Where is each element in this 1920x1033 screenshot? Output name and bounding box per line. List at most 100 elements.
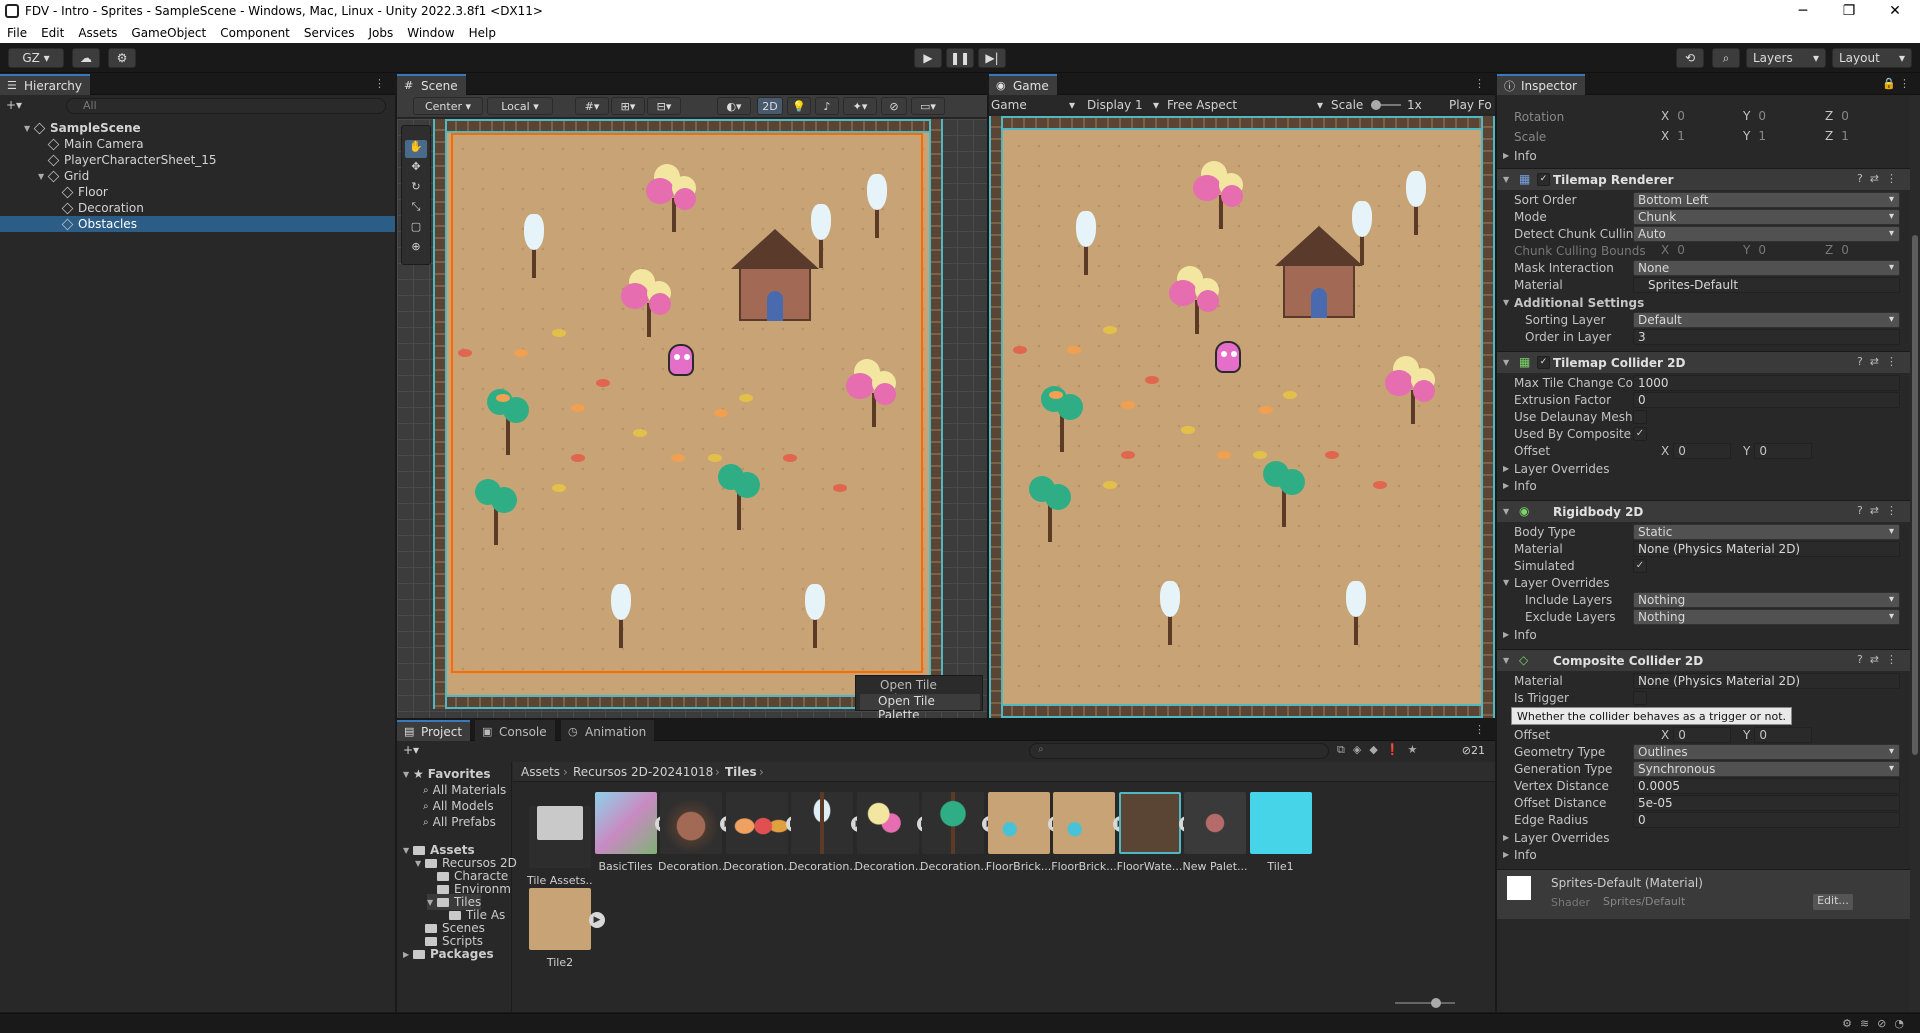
collider-info-foldout[interactable]: ▶ Info (1497, 478, 1910, 494)
used-by-composite-checkbox[interactable]: ✓ (1633, 427, 1647, 441)
project-menu-icon[interactable]: ⋮ (1474, 723, 1485, 736)
tilemap-collider-enabled[interactable]: ✓ (1537, 356, 1550, 369)
tab-project[interactable]: ▤ Project (397, 720, 471, 741)
asset-item[interactable]: ▶Decoration... (724, 792, 802, 873)
detect-culling-dropdown[interactable]: Auto (1633, 226, 1900, 242)
favorite-item[interactable]: ⌕ All Models (423, 798, 494, 814)
expand-asset-icon[interactable]: ▶ (589, 912, 605, 928)
2d-toggle[interactable]: 2D (757, 97, 783, 115)
composite-collider-header[interactable]: ▼ ◇ Composite Collider 2D ?⇄⋮ (1497, 649, 1910, 671)
geometry-type-dropdown[interactable]: Outlines (1633, 744, 1900, 760)
menu-component[interactable]: Component (213, 26, 297, 40)
scale-z[interactable]: Z1 (1825, 129, 1907, 145)
project-tree-item[interactable]: ▶ Packages (403, 946, 494, 962)
scale-x[interactable]: X1 (1661, 129, 1743, 145)
menu-jobs[interactable]: Jobs (362, 26, 401, 40)
scale-y[interactable]: Y1 (1743, 129, 1824, 145)
close-button[interactable]: ✕ (1872, 0, 1918, 22)
breadcrumb-tiles[interactable]: Tiles (725, 765, 757, 779)
hierarchy-item[interactable]: PlayerCharacterSheet_15 (0, 152, 395, 168)
history-icon[interactable]: ⟲ (1676, 48, 1704, 68)
display-dropdown[interactable]: Display 1 ▾ (1087, 98, 1159, 112)
transform-tool-icon[interactable]: ⊕ (405, 240, 427, 258)
tab-console[interactable]: ▣ Console (475, 720, 555, 741)
asset-item[interactable]: ▶Decoration... (855, 792, 933, 873)
minimize-button[interactable]: ─ (1780, 0, 1826, 22)
scale-slider[interactable] (1371, 100, 1401, 110)
mask-interaction-dropdown[interactable]: None (1633, 260, 1900, 276)
hierarchy-item[interactable]: Decoration (0, 200, 395, 216)
play-focused-dropdown[interactable]: Play Fo (1449, 98, 1495, 112)
favorites-header[interactable]: ▼ ★ Favorites (403, 766, 490, 782)
account-dropdown[interactable]: GZ ▾ (8, 48, 64, 68)
create-asset-button[interactable]: +▾ (403, 743, 419, 757)
inspector-menu-icon[interactable]: ⋮ (1899, 77, 1910, 90)
add-object-button[interactable]: +▾ (6, 98, 22, 112)
rotation-y[interactable]: Y0 (1743, 109, 1824, 125)
hierarchy-item[interactable]: ▼ SampleScene (0, 120, 395, 136)
composite-offset-y[interactable]: Y0 (1743, 727, 1813, 743)
rigidbody-overrides-foldout[interactable]: ▼ Layer Overrides (1497, 575, 1910, 591)
lock-icon[interactable]: 🔒 (1882, 77, 1896, 90)
is-trigger-checkbox[interactable] (1633, 691, 1647, 705)
mode-dropdown[interactable]: Chunk (1633, 209, 1900, 225)
space-dropdown[interactable]: Local ▾ (487, 97, 553, 115)
asset-item[interactable]: ▶ Tile2 (527, 888, 605, 969)
sort-order-dropdown[interactable]: Bottom Left (1633, 192, 1900, 208)
asset-item[interactable]: Tile1 (1248, 792, 1314, 873)
asset-item[interactable]: New Palet... (1182, 792, 1248, 873)
simulated-checkbox[interactable]: ✓ (1633, 559, 1647, 573)
menu-assets[interactable]: Assets (71, 26, 124, 40)
generation-type-dropdown[interactable]: Synchronous (1633, 761, 1900, 777)
hierarchy-item[interactable]: ▼ Grid (0, 168, 395, 184)
asset-item[interactable]: ▶FloorWate... (1117, 792, 1195, 873)
scene-viewport[interactable]: ✋ ✥ ↻ ⤡ ▢ ⊕ Open Tile Palette Open Tile … (397, 119, 987, 718)
hierarchy-item[interactable]: Main Camera (0, 136, 395, 152)
panel-menu-icon[interactable]: ⋮ (374, 77, 385, 90)
game-viewport[interactable] (989, 116, 1495, 718)
hidden-objects-icon[interactable]: ⊘ (881, 97, 907, 115)
favorite-item[interactable]: ⌕ All Prefabs (423, 814, 496, 830)
increment-snap-icon[interactable]: ⊟▾ (647, 97, 681, 115)
collider-offset-x[interactable]: X0 (1661, 443, 1732, 459)
composite-offset-x[interactable]: X0 (1661, 727, 1732, 743)
asset-item[interactable]: ▶FloorBrick... (1051, 792, 1129, 873)
layers-dropdown[interactable]: Layers ▾ (1746, 48, 1826, 68)
rotate-tool-icon[interactable]: ↻ (405, 180, 427, 198)
vertex-distance-field[interactable]: 0.0005 (1633, 778, 1900, 794)
menu-gameobject[interactable]: GameObject (124, 26, 213, 40)
component-actions-icon[interactable]: ?⇄⋮ (1857, 172, 1904, 185)
project-search-input[interactable]: ⌕ (1029, 743, 1329, 759)
composite-material-field[interactable]: None (Physics Material 2D) (1633, 673, 1900, 689)
hand-tool-icon[interactable]: ✋ (405, 140, 427, 158)
game-menu-icon[interactable]: ⋮ (1474, 77, 1485, 90)
inspector-scrollbar[interactable] (1910, 95, 1920, 1012)
search-icon[interactable]: ⌕ (1712, 48, 1740, 68)
sorting-layer-dropdown[interactable]: Default (1633, 312, 1900, 328)
collab-icon[interactable]: ⚙ (108, 48, 136, 68)
grid-snap-icon[interactable]: #▾ (575, 97, 609, 115)
hierarchy-search-input[interactable]: All (66, 98, 386, 114)
menu-services[interactable]: Services (297, 26, 362, 40)
tab-scene[interactable]: # Scene (397, 74, 466, 95)
status-icons[interactable]: ⚙≋⊘◔ (1842, 1017, 1912, 1030)
additional-settings-foldout[interactable]: ▼ Additional Settings (1497, 295, 1910, 311)
play-button[interactable]: ▶ (914, 48, 942, 68)
menu-edit[interactable]: Edit (34, 26, 71, 40)
maximize-button[interactable]: ❐ (1826, 0, 1872, 22)
menu-help[interactable]: Help (462, 26, 503, 40)
composite-overrides-foldout[interactable]: ▶ Layer Overrides (1497, 830, 1910, 846)
pause-button[interactable]: ❚❚ (946, 48, 974, 68)
rotation-x[interactable]: X0 (1661, 109, 1743, 125)
camera-icon[interactable]: ▭▾ (911, 97, 945, 115)
draw-mode-icon[interactable]: ◐▾ (717, 97, 751, 115)
exclude-layers-dropdown[interactable]: Nothing (1633, 609, 1900, 625)
rigidbody-header[interactable]: ▼ ◉ Rigidbody 2D ?⇄⋮ (1497, 500, 1910, 522)
offset-distance-field[interactable]: 5e-05 (1633, 795, 1900, 811)
rect-tool-icon[interactable]: ▢ (405, 220, 427, 238)
order-in-layer-field[interactable]: 3 (1633, 329, 1900, 345)
collider-overrides-foldout[interactable]: ▶ Layer Overrides (1497, 461, 1910, 477)
breadcrumb-assets[interactable]: Assets (521, 765, 560, 779)
asset-item[interactable]: ▶BasicTiles (593, 792, 671, 873)
composite-info-foldout[interactable]: ▶ Info (1497, 847, 1910, 863)
